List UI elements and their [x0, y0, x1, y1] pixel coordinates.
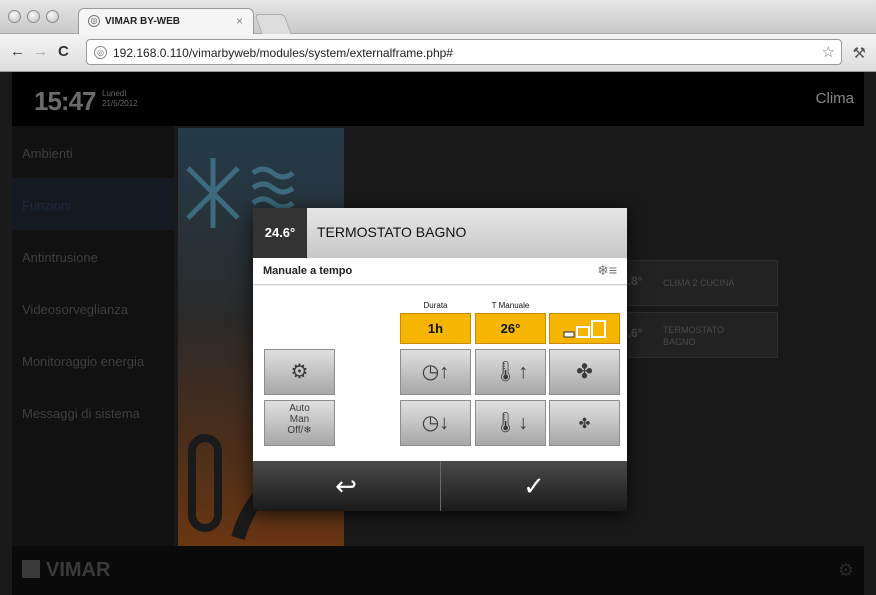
new-tab-button[interactable]: [254, 14, 292, 34]
thermostat-tile-termostato-bagno[interactable]: 4.6° TERMOSTATO BAGNO: [615, 312, 778, 358]
durata-value-button[interactable]: 1h: [400, 313, 471, 344]
tile-name: TERMOSTATO BAGNO: [663, 325, 725, 347]
off-label: Off/❄: [287, 425, 312, 436]
return-arrow-icon: ↩: [335, 471, 357, 501]
duration-up-button[interactable]: ◷↑: [400, 349, 471, 395]
fan-small-icon: ✤: [578, 415, 591, 431]
sidebar-item-ambienti[interactable]: Ambienti: [12, 126, 174, 178]
back-button[interactable]: ←: [10, 44, 25, 60]
wrench-icon[interactable]: ⚒: [853, 44, 866, 62]
temperature-down-button[interactable]: 🌡↓: [475, 400, 546, 446]
clock: 15:47: [34, 86, 96, 116]
dialog-title: TERMOSTATO BAGNO: [317, 224, 467, 240]
clock-down-icon: ◷↓: [421, 412, 450, 434]
forward-button[interactable]: →: [33, 44, 48, 60]
fan-up-button[interactable]: ✤: [549, 349, 620, 395]
sidebar: Ambienti Funzioni Antintrusione Videosor…: [12, 126, 174, 546]
sidebar-item-funzioni[interactable]: Funzioni: [12, 178, 174, 230]
confirm-button[interactable]: ✓: [441, 461, 627, 511]
sidebar-item-antintrusione[interactable]: Antintrusione: [12, 230, 174, 282]
settings-button[interactable]: ⚙: [264, 349, 335, 395]
vimar-logo: VIMAR: [22, 559, 110, 582]
auto-label: Auto: [289, 403, 310, 414]
man-label: Man: [289, 414, 310, 425]
snowflake-heat-icon[interactable]: ❄≡: [597, 262, 617, 279]
settings-gear-icon[interactable]: ⚙: [838, 560, 854, 581]
dialog-footer: ↩ ✓: [253, 461, 627, 511]
fan-large-icon: ✤: [576, 361, 593, 383]
close-tab-icon[interactable]: ×: [236, 14, 243, 28]
minimize-window-button[interactable]: [27, 10, 40, 23]
tmanuale-value-button[interactable]: 26°: [475, 313, 546, 344]
weekday: Lunedì: [102, 89, 127, 98]
app-footer: VIMAR ⚙: [12, 546, 864, 595]
fan-level-bars-icon: [563, 320, 606, 338]
duration-down-button[interactable]: ◷↓: [400, 400, 471, 446]
clock-up-icon: ◷↑: [421, 361, 450, 383]
tab-bar: ◎ VIMAR BY-WEB ×: [0, 0, 876, 35]
tile-name: CLIMA 2 CUCINA: [663, 278, 735, 288]
browser-window: ◎ VIMAR BY-WEB × ← → C ◎ 192.168.0.110/v…: [0, 0, 876, 595]
globe-icon: ◎: [88, 15, 100, 27]
date: 21/5/2012: [102, 99, 138, 108]
url-text[interactable]: 192.168.0.110/vimarbyweb/modules/system/…: [113, 46, 453, 60]
sidebar-item-monitoraggio-energia[interactable]: Monitoraggio energia: [12, 334, 174, 386]
reload-button[interactable]: C: [58, 44, 69, 60]
fan-speed-level-button[interactable]: [549, 313, 620, 344]
temperature-up-button[interactable]: 🌡↑: [475, 349, 546, 395]
durata-caption: Durata: [423, 301, 448, 310]
checkmark-icon: ✓: [523, 471, 545, 501]
thermometer-up-icon: 🌡↑: [492, 361, 529, 383]
brand-name: VIMAR: [46, 559, 111, 581]
mode-label: Manuale a tempo: [263, 265, 353, 277]
current-temperature: 24.6°: [253, 208, 307, 258]
app-header: 15:47 Lunedì 21/5/2012 Clima: [12, 72, 864, 126]
tab-title: VIMAR BY-WEB: [105, 16, 180, 27]
gears-icon: ⚙: [290, 361, 309, 383]
vimar-logo-mark: [22, 560, 40, 578]
dialog-header: 24.6° TERMOSTATO BAGNO: [253, 208, 627, 258]
back-button-dialog[interactable]: ↩: [253, 461, 439, 511]
thermostat-dialog: 24.6° TERMOSTATO BAGNO Manuale a tempo ❄…: [253, 208, 627, 511]
auto-man-off-button[interactable]: Auto Man Off/❄: [264, 400, 335, 446]
thermometer-down-icon: 🌡↓: [492, 412, 529, 434]
mode-bar: Manuale a tempo ❄≡: [253, 258, 627, 285]
page-globe-icon: ◎: [94, 46, 107, 59]
browser-toolbar: ← → C ◎ 192.168.0.110/vimarbyweb/modules…: [0, 34, 876, 72]
address-bar[interactable]: ◎ 192.168.0.110/vimarbyweb/modules/syste…: [86, 39, 842, 65]
tmanuale-caption: T Manuale: [491, 301, 530, 310]
bookmark-star-icon[interactable]: ☆: [822, 43, 835, 61]
sidebar-item-messaggi-di-sistema[interactable]: Messaggi di sistema: [12, 386, 174, 438]
date-block: Lunedì 21/5/2012: [102, 89, 138, 109]
section-title: Clima: [815, 90, 854, 107]
zoom-window-button[interactable]: [46, 10, 59, 23]
browser-tab[interactable]: ◎ VIMAR BY-WEB ×: [78, 8, 254, 35]
fan-down-button[interactable]: ✤: [549, 400, 620, 446]
close-window-button[interactable]: [8, 10, 21, 23]
sidebar-item-videosorveglianza[interactable]: Videosorveglianza: [12, 282, 174, 334]
thermostat-tile-clima-2-cucina[interactable]: 4.8° CLIMA 2 CUCINA: [615, 260, 778, 306]
